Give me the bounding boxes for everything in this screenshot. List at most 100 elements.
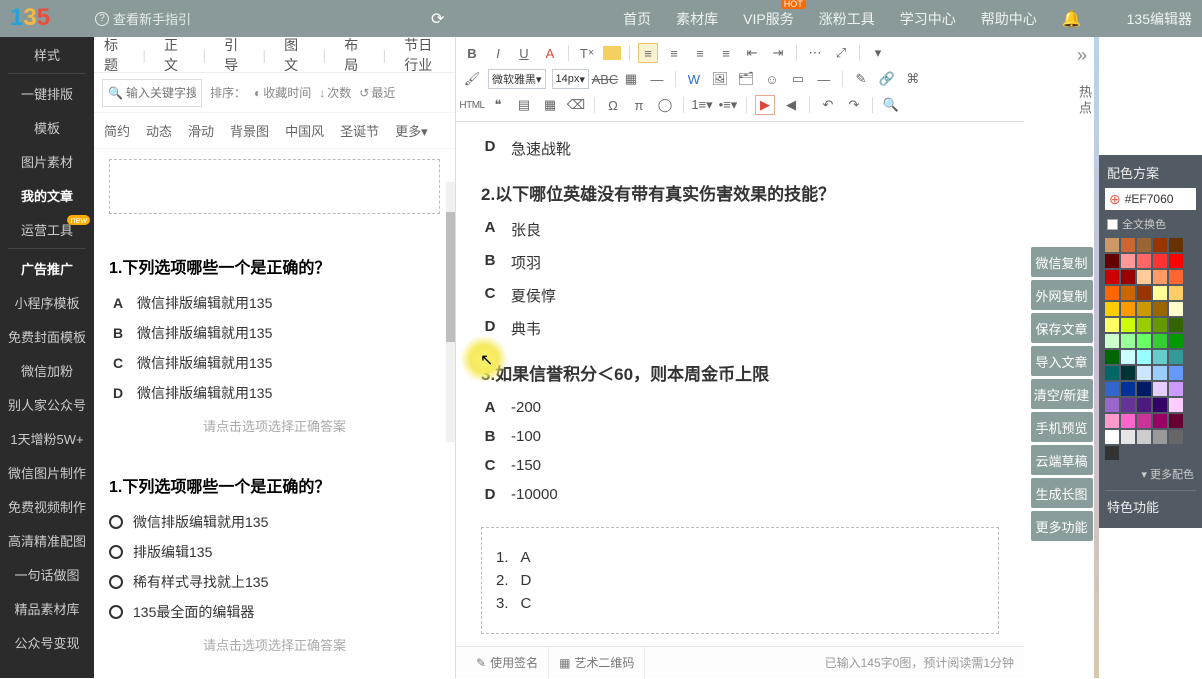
color-swatch[interactable] — [1105, 398, 1119, 412]
template-list[interactable]: 1.下列选项哪些一个是正确的？ A微信排版编辑就用135 B微信排版编辑就用13… — [94, 149, 455, 678]
color-swatch[interactable] — [1137, 414, 1151, 428]
code-button[interactable]: ⌘ — [903, 69, 923, 89]
filter-simple[interactable]: 简约 — [104, 121, 130, 140]
brand-label[interactable]: 135编辑器 — [1127, 9, 1192, 29]
color-swatch[interactable] — [1169, 286, 1183, 300]
side-my-articles[interactable]: 我的文章 — [0, 178, 94, 212]
circle-button[interactable]: ◯ — [655, 95, 675, 115]
font-size-select[interactable]: 14px ▾ — [552, 69, 589, 89]
q1-opt-d[interactable]: D微信排版编辑就用135 — [109, 378, 440, 408]
color-swatch[interactable] — [1105, 334, 1119, 348]
link-button[interactable]: 🔗 — [877, 69, 897, 89]
add-color-icon[interactable]: ⊕ — [1109, 191, 1121, 208]
q1-opt-b[interactable]: B微信排版编辑就用135 — [109, 318, 440, 348]
side-fan-5w[interactable]: 1天增粉5W+ — [0, 421, 94, 455]
editor-content[interactable]: D急速战靴 2.以下哪位英雄没有带有真实伤害效果的技能？ A张良 B项羽 C夏侯… — [456, 122, 1024, 662]
newbie-guide-link[interactable]: ? 查看新手指引 — [95, 9, 191, 28]
filter-slide[interactable]: 滑动 — [188, 121, 214, 140]
color-swatch[interactable] — [1121, 238, 1135, 252]
ordered-list-button[interactable]: 1≡▾ — [692, 95, 712, 115]
sort-by-recent[interactable]: ↺最近 — [359, 84, 395, 101]
indent-left-button[interactable]: ⇤ — [742, 43, 762, 63]
color-swatch[interactable] — [1105, 270, 1119, 284]
align-right-button[interactable]: ≡ — [690, 43, 710, 63]
color-swatch[interactable] — [1137, 254, 1151, 268]
side-wechat-fans[interactable]: 微信加粉 — [0, 353, 94, 387]
color-swatch[interactable] — [1169, 238, 1183, 252]
image-button[interactable]: 🖼 — [710, 69, 730, 89]
grid-button[interactable]: ▦ — [540, 95, 560, 115]
color-swatch[interactable] — [1137, 398, 1151, 412]
q2-opt-2[interactable]: 排版编辑135 — [109, 537, 440, 567]
bg-color-button[interactable] — [603, 46, 621, 60]
special-char-button[interactable]: Ω — [603, 95, 623, 115]
color-swatch[interactable] — [1153, 398, 1167, 412]
refresh-icon[interactable]: ⟳ — [431, 9, 444, 29]
color-swatch[interactable] — [1153, 318, 1167, 332]
save-article-button[interactable]: 保存文章 — [1031, 313, 1093, 343]
side-one-sentence[interactable]: 一句话做图 — [0, 557, 94, 591]
wechat-copy-button[interactable]: 微信复制 — [1031, 247, 1093, 277]
empty-dashed-box[interactable] — [109, 159, 440, 214]
color-swatch[interactable] — [1121, 254, 1135, 268]
color-swatch[interactable] — [1105, 350, 1119, 364]
redo-button[interactable]: ↷ — [844, 95, 864, 115]
filter-more[interactable]: 更多▾ — [395, 121, 428, 140]
underline-button[interactable]: U — [514, 43, 534, 63]
color-swatch[interactable] — [1105, 302, 1119, 316]
color-swatch[interactable] — [1169, 270, 1183, 284]
color-swatch[interactable] — [1105, 446, 1119, 460]
nav-learn[interactable]: 学习中心 — [900, 9, 956, 29]
font-format-button[interactable]: T× — [577, 43, 597, 63]
color-swatch[interactable] — [1169, 254, 1183, 268]
color-swatch[interactable] — [1153, 414, 1167, 428]
color-swatch[interactable] — [1121, 302, 1135, 316]
replace-all-row[interactable]: 全文换色 — [1105, 214, 1196, 238]
nav-home[interactable]: 首页 — [623, 9, 651, 29]
side-auto-layout[interactable]: 一键排版 — [0, 76, 94, 110]
side-hd-img[interactable]: 高清精准配图 — [0, 523, 94, 557]
tab-imgtext[interactable]: 图文 — [284, 37, 304, 75]
color-swatch[interactable] — [1121, 366, 1135, 380]
color-swatch[interactable] — [1121, 286, 1135, 300]
word-button[interactable]: W — [684, 69, 704, 89]
color-swatch[interactable] — [1169, 398, 1183, 412]
color-swatch[interactable] — [1169, 430, 1183, 444]
external-copy-button[interactable]: 外网复制 — [1031, 280, 1093, 310]
color-swatch[interactable] — [1153, 254, 1167, 268]
bell-icon[interactable]: 🔔 — [1062, 9, 1082, 29]
import-article-button[interactable]: 导入文章 — [1031, 346, 1093, 376]
emoji-button[interactable]: ☺ — [762, 69, 782, 89]
more-1-button[interactable]: ⋯ — [805, 43, 825, 63]
tab-title[interactable]: 标题 — [104, 37, 124, 75]
color-swatch[interactable] — [1105, 254, 1119, 268]
color-swatch[interactable] — [1153, 350, 1167, 364]
color-swatch[interactable] — [1121, 334, 1135, 348]
search-input[interactable] — [126, 86, 196, 100]
html-source-button[interactable]: HTML — [462, 95, 482, 115]
side-premium-lib[interactable]: 精品素材库 — [0, 591, 94, 625]
side-templates[interactable]: 模板 — [0, 110, 94, 144]
side-cover[interactable]: 免费封面模板 — [0, 319, 94, 353]
hr-button[interactable]: — — [647, 69, 667, 89]
color-swatch[interactable] — [1137, 318, 1151, 332]
color-swatch[interactable] — [1105, 414, 1119, 428]
clear-button[interactable]: ⌫ — [566, 95, 586, 115]
tab-festival[interactable]: 节日行业 — [404, 37, 445, 75]
color-swatch[interactable] — [1169, 318, 1183, 332]
strike-button[interactable]: ABC — [595, 69, 615, 89]
color-swatch[interactable] — [1169, 414, 1183, 428]
long-image-button[interactable]: 生成长图 — [1031, 478, 1093, 508]
minus-button[interactable]: — — [814, 69, 834, 89]
color-swatch[interactable] — [1153, 302, 1167, 316]
color-swatch[interactable] — [1169, 350, 1183, 364]
nav-fans[interactable]: 涨粉工具 — [819, 9, 875, 29]
scrollbar-thumb[interactable] — [446, 212, 455, 342]
dropdown-button[interactable]: ▾ — [868, 43, 888, 63]
side-monetize[interactable]: 公众号变现 — [0, 625, 94, 659]
signature-tab[interactable]: ✎使用签名 — [466, 647, 549, 679]
tab-guide[interactable]: 引导 — [224, 37, 244, 75]
qrcode-tab[interactable]: ▦艺术二维码 — [549, 647, 645, 679]
color-swatch[interactable] — [1153, 334, 1167, 348]
q1-opt-c[interactable]: C微信排版编辑就用135 — [109, 348, 440, 378]
